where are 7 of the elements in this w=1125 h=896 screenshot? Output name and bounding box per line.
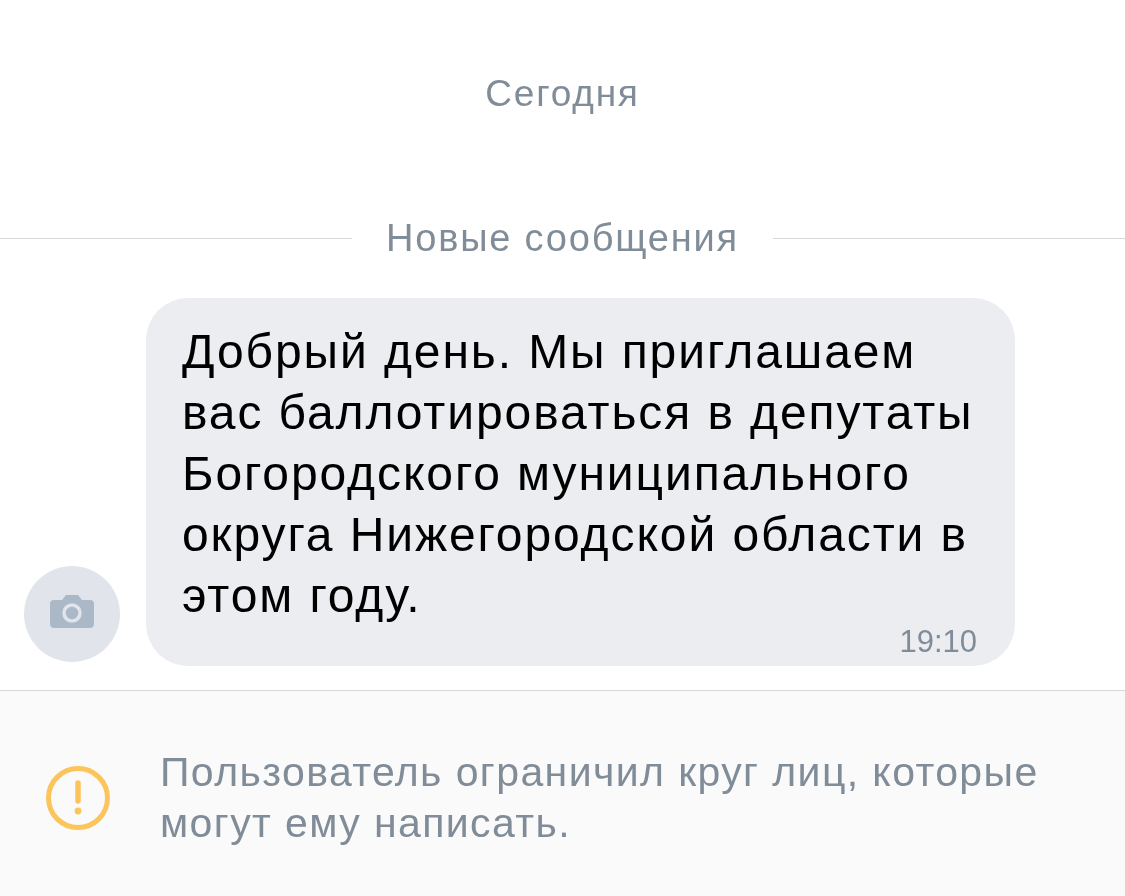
date-separator: Сегодня (485, 72, 640, 116)
unread-separator: Новые сообщения (385, 216, 740, 260)
message-time: 19:10 (899, 626, 977, 657)
restriction-notice: Пользователь ограничил круг лиц, которые могут ему написать. (160, 747, 1040, 848)
avatar-camera-icon[interactable] (24, 566, 120, 662)
message-text: Добрый день. Мы приглашаем вас баллотироваться в депутаты Богородского муниципального округа Нижегородской области в этом году. (182, 324, 975, 624)
warning-icon (46, 765, 110, 830)
